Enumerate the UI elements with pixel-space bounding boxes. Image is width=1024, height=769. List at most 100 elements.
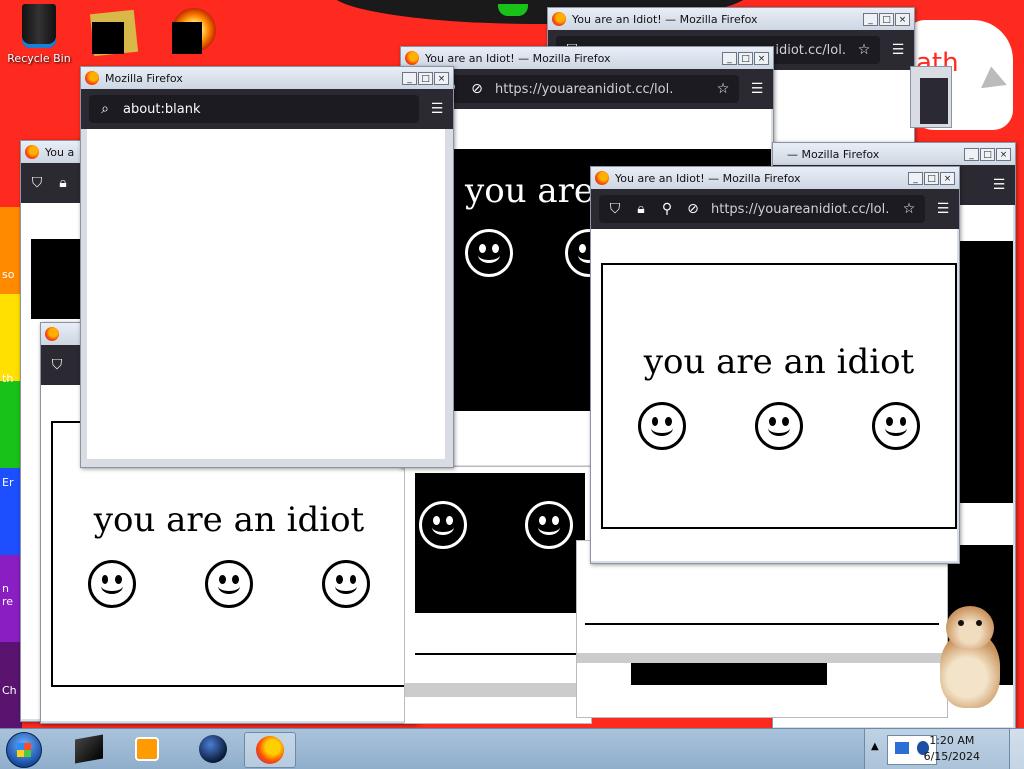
black-cube-icon bbox=[75, 734, 103, 764]
window-title: You are an Idiot! — Mozilla Firefox bbox=[425, 51, 611, 65]
window-titlebar[interactable]: You are an Idiot! — Mozilla Firefox _ □ … bbox=[401, 47, 773, 69]
close-button[interactable]: × bbox=[996, 147, 1011, 161]
minimize-button[interactable]: _ bbox=[908, 171, 923, 185]
url-text: https://youareanidiot.cc/lol. bbox=[711, 201, 890, 217]
taskbar-item-program[interactable] bbox=[64, 732, 114, 766]
desktop-edge-label: so bbox=[2, 268, 15, 281]
hamster-mascot bbox=[930, 606, 1006, 710]
window-title: Mozilla Firefox bbox=[105, 71, 183, 85]
smiley-icon bbox=[204, 560, 253, 608]
minimize-button[interactable]: _ bbox=[964, 147, 979, 161]
idiot-message: you are an idiot bbox=[93, 500, 365, 540]
url-text: about:blank bbox=[123, 101, 201, 117]
browser-toolbar: ⌕ about:blank ☰ bbox=[81, 89, 453, 129]
permissions-icon: ⚲ bbox=[661, 201, 673, 217]
recycle-bin-icon bbox=[22, 4, 56, 48]
desktop-edge-label: Ch bbox=[2, 684, 17, 697]
taskbar-item-firefox[interactable] bbox=[244, 732, 296, 768]
window-title: You are an Idiot! — Mozilla Firefox bbox=[572, 12, 758, 26]
idiot-message-box: you are an idiot bbox=[601, 263, 957, 529]
taskbar-item-media-player[interactable] bbox=[122, 732, 172, 766]
menu-icon[interactable]: ☰ bbox=[991, 177, 1007, 193]
menu-icon[interactable]: ☰ bbox=[749, 81, 765, 97]
windows-logo-icon bbox=[17, 743, 31, 757]
smiley-icon bbox=[525, 501, 573, 549]
close-button[interactable]: × bbox=[940, 171, 955, 185]
globe-icon bbox=[199, 735, 227, 763]
taskbar-item-globe[interactable] bbox=[188, 732, 238, 766]
show-desktop-button[interactable] bbox=[1009, 729, 1024, 769]
window-titlebar[interactable]: — Mozilla Firefox _ □ × bbox=[773, 143, 1015, 165]
minimize-button[interactable]: _ bbox=[402, 71, 417, 85]
bookmark-star-icon[interactable]: ☆ bbox=[901, 201, 917, 217]
close-button[interactable]: × bbox=[754, 51, 769, 65]
lock-icon: 🔒︎ bbox=[59, 175, 67, 191]
url-text: https://youareanidiot.cc/lol. bbox=[495, 81, 674, 97]
taskbar-clock[interactable]: 1:20 AM 6/15/2024 bbox=[924, 733, 980, 765]
firefox-icon bbox=[85, 71, 99, 85]
desktop-edge-label: Er bbox=[2, 476, 14, 489]
page-content: you are an idiot bbox=[591, 229, 957, 561]
bookmark-star-icon[interactable]: ☆ bbox=[715, 81, 731, 97]
url-bar[interactable]: ⛉ 🔒︎ ⚲ ⊘ https://youareanidiot.cc/lol. ☆ bbox=[599, 195, 925, 223]
tracking-protection-icon: ⊘ bbox=[471, 81, 483, 97]
desktop-edge-label: th bbox=[2, 372, 14, 385]
media-player-icon bbox=[135, 737, 159, 761]
network-icon[interactable] bbox=[895, 742, 909, 754]
tracking-protection-icon: ⊘ bbox=[687, 201, 699, 217]
smiley-row bbox=[603, 402, 955, 450]
start-button[interactable] bbox=[6, 732, 42, 768]
hamster-eye-icon bbox=[958, 620, 964, 626]
desktop-icon-recycle-bin[interactable]: Recycle Bin bbox=[3, 4, 75, 65]
lock-icon: 🔒︎ bbox=[637, 201, 645, 217]
firefox-icon bbox=[405, 51, 419, 65]
firefox-icon bbox=[45, 327, 59, 341]
firefox-icon bbox=[256, 736, 284, 764]
maximize-button[interactable]: □ bbox=[879, 12, 894, 26]
shield-icon: ⛉ bbox=[31, 175, 43, 191]
window-titlebar[interactable]: Mozilla Firefox _ □ × bbox=[81, 67, 453, 89]
browser-toolbar: 🔒︎ ⚲ ⊘ https://youareanidiot.cc/lol. ☆ ☰ bbox=[401, 69, 773, 109]
smiley-icon bbox=[322, 560, 371, 608]
menu-icon[interactable]: ☰ bbox=[429, 101, 445, 117]
url-bar[interactable]: 🔒︎ ⚲ ⊘ https://youareanidiot.cc/lol. ☆ bbox=[409, 75, 739, 103]
browser-window-idiot-front[interactable]: You are an Idiot! — Mozilla Firefox _ □ … bbox=[590, 166, 960, 564]
close-button[interactable]: × bbox=[434, 71, 449, 85]
hamster-eye-icon bbox=[976, 620, 982, 626]
window-frame-gray bbox=[405, 683, 591, 697]
redacted-icon bbox=[92, 22, 124, 54]
clock-date: 6/15/2024 bbox=[923, 750, 980, 763]
window-title: — Mozilla Firefox bbox=[787, 147, 880, 161]
url-bar[interactable]: ⌕ about:blank bbox=[89, 95, 419, 123]
maximize-button[interactable]: □ bbox=[980, 147, 995, 161]
menu-icon[interactable]: ☰ bbox=[890, 42, 906, 58]
menu-icon[interactable]: ☰ bbox=[935, 201, 951, 217]
shield-icon: ⛉ bbox=[51, 357, 63, 373]
maximize-button[interactable]: □ bbox=[924, 171, 939, 185]
green-indicator-icon bbox=[498, 4, 528, 16]
smiley-icon bbox=[872, 402, 921, 450]
idiot-message: you are bbox=[465, 171, 595, 211]
close-button[interactable]: × bbox=[895, 12, 910, 26]
tray-expand-icon[interactable]: ▲ bbox=[871, 741, 879, 752]
window-titlebar[interactable]: You are an Idiot! — Mozilla Firefox _ □ … bbox=[548, 8, 914, 30]
window-titlebar[interactable]: You are an Idiot! — Mozilla Firefox _ □ … bbox=[591, 167, 959, 189]
smiley-icon bbox=[87, 560, 136, 608]
maximize-button[interactable]: □ bbox=[418, 71, 433, 85]
browser-window-blank[interactable]: Mozilla Firefox _ □ × ⌕ about:blank ☰ bbox=[80, 66, 454, 468]
minimize-button[interactable]: _ bbox=[722, 51, 737, 65]
firefox-icon bbox=[552, 12, 566, 26]
desktop-edge-label: n re bbox=[2, 582, 14, 608]
firefox-icon bbox=[595, 171, 609, 185]
smiley-icon bbox=[419, 501, 467, 549]
browser-toolbar: ⛉ 🔒︎ ⚲ ⊘ https://youareanidiot.cc/lol. ☆… bbox=[591, 189, 959, 229]
browser-window-fragment bbox=[404, 466, 592, 724]
browser-window-fragment bbox=[576, 540, 948, 718]
redacted-icon bbox=[172, 22, 202, 54]
divider bbox=[415, 653, 585, 655]
page-content bbox=[87, 129, 445, 459]
maximize-button[interactable]: □ bbox=[738, 51, 753, 65]
bookmark-star-icon[interactable]: ☆ bbox=[856, 42, 872, 58]
minimize-button[interactable]: _ bbox=[863, 12, 878, 26]
taskbar: ▲ 1:20 AM 6/15/2024 bbox=[0, 728, 1024, 769]
